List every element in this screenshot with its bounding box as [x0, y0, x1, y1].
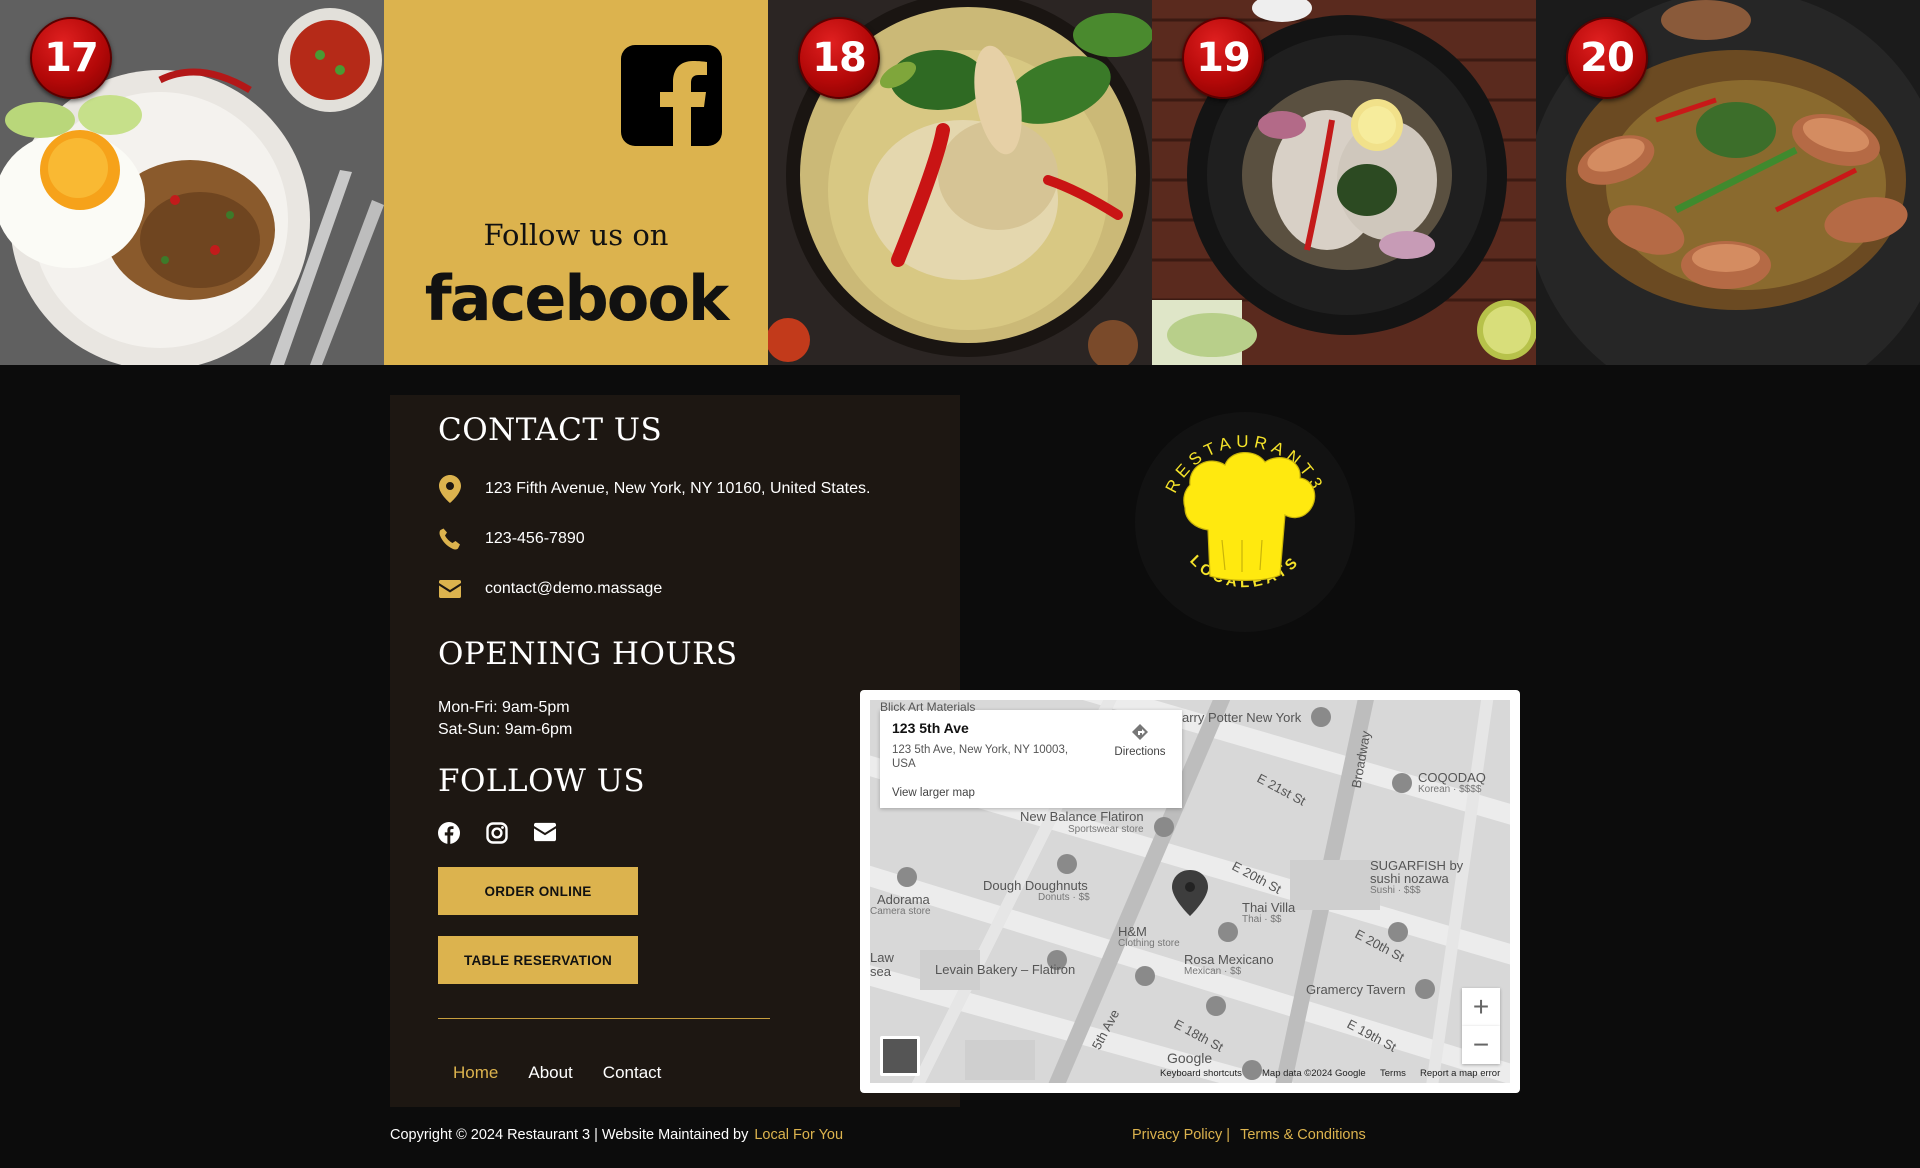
directions-label: Directions: [1114, 746, 1166, 758]
map-label-dough-sub: Donuts · $$: [1038, 892, 1090, 903]
facebook-icon[interactable]: [438, 822, 460, 844]
gallery-badge-18: 18: [798, 17, 880, 99]
policy-links: Privacy Policy | Terms & Conditions: [1132, 1127, 1366, 1143]
instagram-icon[interactable]: [486, 822, 508, 844]
chef-hat-logo-icon: RESTAURANT3 LOCALEATS: [1135, 412, 1355, 632]
map-label-hm-sub: Clothing store: [1118, 938, 1180, 949]
nav-contact-link[interactable]: Contact: [603, 1063, 662, 1083]
follow-us-heading: FOLLOW US: [438, 763, 646, 799]
map-label-gramercy: Gramercy Tavern: [1306, 982, 1406, 997]
facebook-follow-text: Follow us on: [483, 218, 669, 252]
email-row: contact@demo.massage: [438, 575, 662, 603]
map-label-coqodaq: COQODAQ: [1418, 770, 1486, 785]
map-label-rosa-sub: Mexican · $$: [1184, 966, 1242, 977]
map-place-card: 123 5th Ave 123 5th Ave, New York, NY 10…: [880, 710, 1182, 808]
view-larger-map-link[interactable]: View larger map: [892, 787, 975, 799]
envelope-icon: [438, 575, 462, 603]
map-place-address: 123 5th Ave, New York, NY 10003, USA: [892, 744, 1069, 770]
restaurant-logo[interactable]: RESTAURANT3 LOCALEATS: [1130, 400, 1360, 640]
map-terms-link[interactable]: Terms: [1380, 1068, 1406, 1079]
map-label-levain: Levain Bakery – Flatiron: [935, 962, 1076, 977]
map-label-rosa: Rosa Mexicano: [1184, 952, 1274, 967]
map-label-law: Law: [870, 950, 894, 965]
map-label-dough: Dough Doughnuts: [983, 878, 1088, 893]
facebook-logo-icon: [621, 45, 722, 146]
map-data-attribution: Map data ©2024 Google: [1262, 1068, 1366, 1079]
map-label-adorama-sub: Camera store: [870, 906, 931, 917]
table-reservation-button[interactable]: TABLE RESERVATION: [438, 936, 638, 984]
maintainer-link[interactable]: Local For You: [754, 1127, 843, 1143]
zoom-out-icon: −: [1472, 1029, 1490, 1060]
map-pin-icon: [438, 475, 462, 503]
opening-hours-heading: OPENING HOURS: [438, 636, 738, 672]
map-label-hm: H&M: [1118, 924, 1147, 939]
gallery-badge-20: 20: [1566, 17, 1648, 99]
google-wordmark: Google: [1167, 1050, 1213, 1066]
gallery-photo-green-curry[interactable]: 18: [768, 0, 1152, 365]
map-label-harry: arry Potter New York: [1182, 710, 1302, 725]
nav-about-link[interactable]: About: [528, 1063, 572, 1083]
phone-icon: [438, 525, 462, 553]
phone-row: 123-456-7890: [438, 525, 585, 553]
map-label-sugarfish-sub: Sushi · $$$: [1370, 885, 1421, 896]
map-zoom-in-button[interactable]: +: [1462, 988, 1500, 1026]
directions-button[interactable]: Directions: [1108, 722, 1172, 758]
privacy-policy-link[interactable]: Privacy Policy |: [1132, 1127, 1230, 1143]
mail-icon[interactable]: [534, 822, 556, 844]
keyboard-shortcuts-link[interactable]: Keyboard shortcuts: [1160, 1068, 1242, 1079]
map-label-thaivilla-sub: Thai · $$: [1242, 914, 1282, 925]
map-label-thaivilla: Thai Villa: [1242, 900, 1296, 915]
hours-weekend: Sat-Sun: 9am-6pm: [438, 721, 573, 738]
map-label-sugarfish2: sushi nozawa: [1370, 871, 1449, 886]
panel-divider: [438, 1018, 770, 1019]
gallery-photo-basil-pork[interactable]: 17: [0, 0, 384, 365]
map-zoom-out-button[interactable]: −: [1462, 1026, 1500, 1064]
terms-conditions-link[interactable]: Terms & Conditions: [1240, 1127, 1366, 1143]
report-map-error-link[interactable]: Report a map error: [1420, 1068, 1500, 1079]
map-label-newbalance-sub: Sportswear store: [1068, 824, 1144, 835]
map-label-coqodaq-sub: Korean · $$$$: [1418, 784, 1482, 795]
copyright-text: Copyright © 2024 Restaurant 3 | Website …: [390, 1127, 749, 1143]
map-label-sea: sea: [870, 964, 891, 979]
zoom-in-icon: +: [1472, 991, 1490, 1022]
hours-weekday: Mon-Fri: 9am-5pm: [438, 699, 570, 716]
map-place-name: 123 5th Ave: [892, 720, 969, 736]
opening-hours-list: Mon-Fri: 9am-5pm Sat-Sun: 9am-6pm: [438, 697, 572, 741]
map-label-adorama: Adorama: [877, 892, 930, 907]
gallery-badge-19: 19: [1182, 17, 1264, 99]
contact-heading: CONTACT US: [438, 412, 663, 448]
facebook-follow-tile[interactable]: Follow us on facebook: [384, 0, 768, 365]
map-label-newbalance: New Balance Flatiron: [1020, 809, 1144, 824]
contact-address: 123 Fifth Avenue, New York, NY 10160, Un…: [485, 480, 871, 497]
map-label-blick: Blick Art Materials: [880, 700, 976, 714]
nav-home-link[interactable]: Home: [453, 1063, 498, 1083]
gallery-badge-17: 17: [30, 17, 112, 99]
gallery-photo-steamed-fish[interactable]: 19: [1152, 0, 1536, 365]
gallery-strip: 17 Follow us on facebook 18 19 20: [0, 0, 1920, 365]
directions-icon: [1132, 724, 1148, 740]
contact-phone-link[interactable]: 123-456-7890: [485, 530, 585, 548]
facebook-wordmark: facebook: [424, 262, 729, 335]
social-links: [438, 822, 556, 844]
gallery-photo-stir-fried-clams[interactable]: 20: [1536, 0, 1920, 365]
copyright-line: Copyright © 2024 Restaurant 3 | Website …: [390, 1127, 843, 1143]
contact-email-link[interactable]: contact@demo.massage: [485, 580, 662, 598]
location-map[interactable]: 123 5th Ave 123 5th Ave, New York, NY 10…: [860, 690, 1520, 1093]
order-online-button[interactable]: ORDER ONLINE: [438, 867, 638, 915]
footer-nav: Home About Contact: [453, 1063, 661, 1083]
address-row: 123 Fifth Avenue, New York, NY 10160, Un…: [438, 475, 870, 503]
map-canvas[interactable]: 123 5th Ave 123 5th Ave, New York, NY 10…: [870, 700, 1510, 1083]
